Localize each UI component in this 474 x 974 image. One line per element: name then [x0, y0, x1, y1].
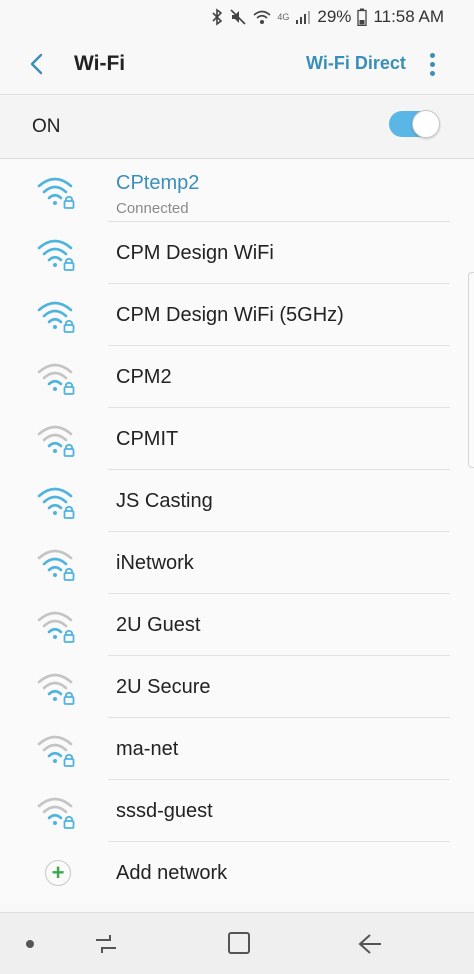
battery-icon — [357, 8, 368, 26]
network-item[interactable]: CPM Design WiFi (5GHz) — [0, 284, 474, 346]
network-ssid: CPM Design WiFi — [116, 242, 274, 264]
app-header: Wi-Fi Wi-Fi Direct — [0, 34, 474, 94]
more-options-button[interactable] — [418, 48, 446, 80]
network-ssid: ma-net — [116, 738, 179, 760]
mute-icon — [230, 9, 246, 25]
switch-divider — [0, 158, 474, 159]
network-item[interactable]: CPM2 — [0, 346, 474, 408]
network-ssid: 2U Secure — [116, 676, 211, 698]
network-item[interactable]: sssd-guest — [0, 780, 474, 842]
navigation-bar — [0, 912, 474, 974]
network-item[interactable]: 2U Guest — [0, 594, 474, 656]
wifi-lock-icon — [36, 485, 82, 521]
page-title: Wi-Fi — [74, 52, 126, 75]
wifi-status-icon — [253, 10, 271, 24]
wifi-direct-button[interactable]: Wi-Fi Direct — [306, 53, 406, 74]
network-ssid: CPtemp2 — [116, 172, 200, 194]
wifi-lock-icon — [36, 423, 82, 459]
wifi-state-label: ON — [32, 116, 61, 137]
network-ssid: CPMIT — [116, 428, 179, 450]
bluetooth-icon — [212, 8, 223, 26]
wifi-lock-icon — [36, 609, 82, 645]
wifi-lock-icon — [36, 361, 82, 397]
more-dot-icon — [429, 61, 435, 67]
network-ssid: sssd-guest — [116, 800, 213, 822]
battery-percent: 29% — [317, 7, 352, 26]
wifi-master-switch-row[interactable]: ON — [0, 96, 474, 158]
add-network-button[interactable]: + Add network — [0, 842, 474, 904]
nav-back-icon[interactable] — [356, 931, 384, 957]
wifi-lock-icon — [36, 175, 82, 211]
scrollbar-track — [468, 272, 474, 468]
header-divider — [0, 94, 474, 95]
wifi-lock-icon — [36, 547, 82, 583]
network-item[interactable]: 2U Secure — [0, 656, 474, 718]
toggle-knob — [412, 110, 440, 138]
add-network-label: Add network — [116, 862, 228, 884]
chevron-left-icon — [30, 53, 43, 75]
network-ssid: CPM2 — [116, 366, 172, 388]
network-ssid: iNetwork — [116, 552, 194, 574]
clock: 11:58 AM — [373, 7, 444, 26]
network-item[interactable]: JS Casting — [0, 470, 474, 532]
recents-icon[interactable] — [92, 931, 120, 957]
network-list: CPtemp2 Connected CPM Design WiFi CPM Desig… — [0, 160, 474, 904]
network-status: Connected — [116, 200, 189, 217]
more-dot-icon — [429, 52, 435, 58]
wifi-lock-icon — [36, 299, 82, 335]
network-ssid: CPM Design WiFi (5GHz) — [116, 304, 344, 326]
wifi-lock-icon — [36, 733, 82, 769]
wifi-lock-icon — [36, 795, 82, 831]
network-ssid: 2U Guest — [116, 614, 201, 636]
network-item[interactable]: CPM Design WiFi — [0, 222, 474, 284]
home-button[interactable] — [228, 932, 250, 954]
back-button[interactable] — [20, 48, 52, 80]
network-type-label: 4G — [277, 12, 290, 22]
wifi-lock-icon — [36, 237, 82, 273]
status-bar: 4G 29% 11:58 AM — [0, 0, 474, 34]
nav-dot-indicator[interactable] — [26, 940, 34, 948]
network-item[interactable]: CPMIT — [0, 408, 474, 470]
network-ssid: JS Casting — [116, 490, 213, 512]
network-item[interactable]: ma-net — [0, 718, 474, 780]
cell-signal-icon — [296, 11, 311, 24]
more-dot-icon — [429, 70, 435, 76]
wifi-lock-icon — [36, 671, 82, 707]
wifi-toggle-switch[interactable] — [389, 110, 440, 138]
plus-icon: + — [45, 860, 71, 886]
network-item[interactable]: CPtemp2 Connected — [0, 160, 474, 222]
network-item[interactable]: iNetwork — [0, 532, 474, 594]
